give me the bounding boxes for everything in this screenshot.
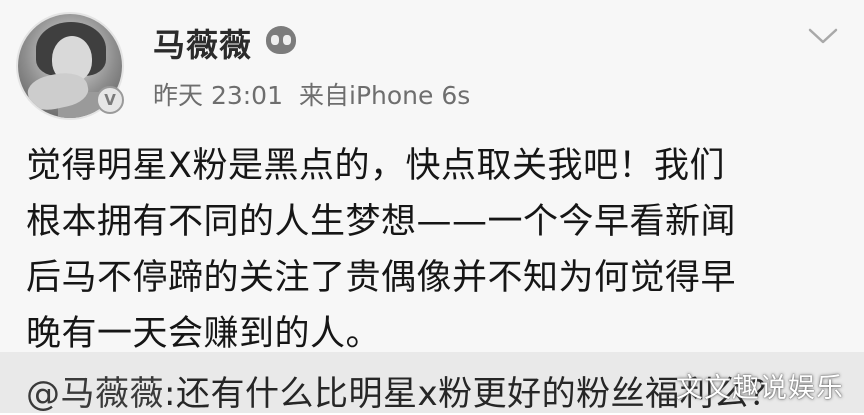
- verified-badge-icon: V: [96, 86, 124, 114]
- author-name[interactable]: 马薇薇: [153, 20, 252, 66]
- weibo-post: V 马薇薇 昨天 23:01 来自iPhone 6s 觉得明星X粉是黑点的，快点取…: [0, 0, 864, 415]
- content-line: 后马不停蹄的关注了贵偶像并不知为何觉得早: [26, 258, 737, 298]
- post-time: 昨天 23:01: [153, 81, 283, 110]
- content-line: 觉得明星X粉是黑点的，快点取关我吧！我们: [26, 146, 725, 186]
- repost-text: @马薇薇:还有什么比明星x粉更好的粉丝福利么？: [26, 366, 783, 415]
- member-badge-icon[interactable]: [266, 26, 296, 54]
- post-meta: 昨天 23:01 来自iPhone 6s: [153, 76, 470, 112]
- avatar-container[interactable]: V: [10, 8, 130, 124]
- repost-mention[interactable]: @马薇薇: [26, 374, 164, 414]
- post-header: V 马薇薇 昨天 23:01 来自iPhone 6s: [0, 0, 864, 120]
- watermark-text: 文文趣说娱乐: [676, 373, 844, 404]
- post-content: 觉得明星X粉是黑点的，快点取关我吧！我们 根本拥有不同的人生梦想——一个今早看新…: [26, 138, 846, 362]
- chevron-down-icon[interactable]: [808, 26, 838, 46]
- post-source: 来自iPhone 6s: [299, 81, 471, 110]
- content-line: 根本拥有不同的人生梦想——一个今早看新闻: [26, 202, 737, 242]
